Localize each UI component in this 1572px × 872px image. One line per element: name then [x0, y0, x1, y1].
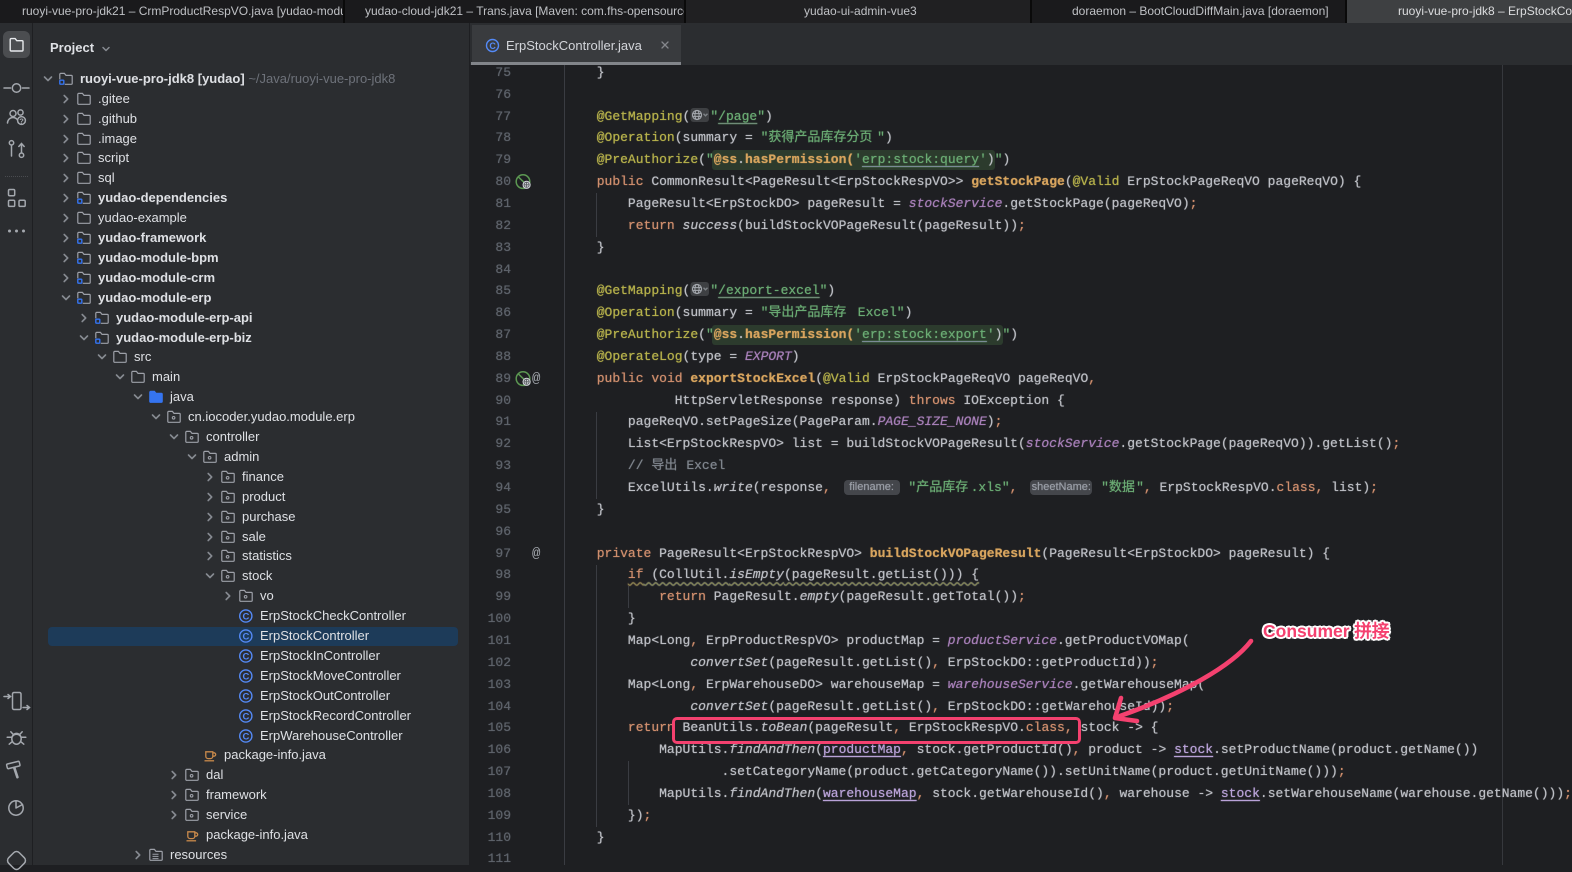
svg-text:C: C: [242, 671, 249, 682]
svg-text:C: C: [489, 41, 496, 51]
svg-text:C: C: [242, 651, 249, 662]
svg-text:C: C: [242, 632, 249, 643]
svg-text:C: C: [242, 711, 249, 722]
svg-text:?: ?: [19, 116, 24, 125]
svg-text:C: C: [242, 612, 249, 623]
svg-text:C: C: [242, 691, 249, 702]
svg-text:C: C: [242, 731, 249, 742]
